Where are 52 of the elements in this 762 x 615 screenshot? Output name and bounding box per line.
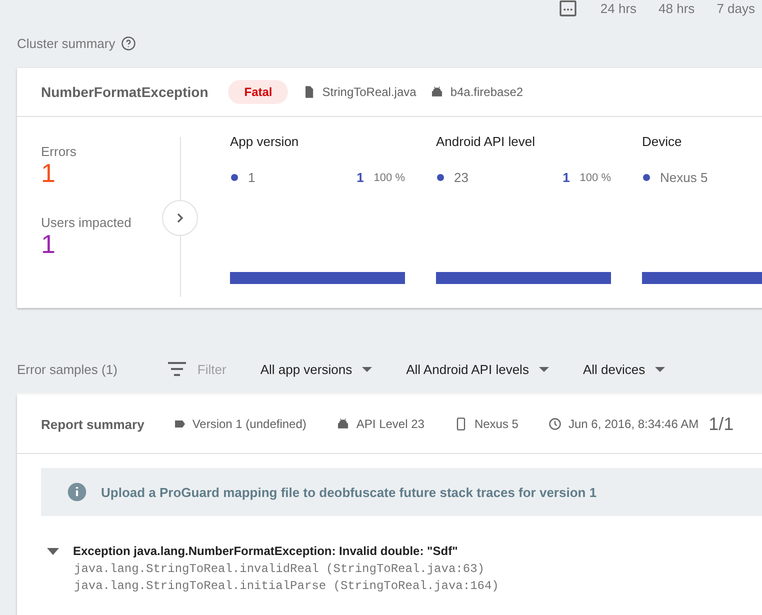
device-label: Nexus 5 — [474, 417, 518, 431]
breakdown-count: 1 — [562, 170, 570, 185]
filter-dropdown[interactable]: All devices — [582, 362, 666, 376]
api-level-label: API Level 23 — [356, 417, 424, 431]
date-label: Jun 6, 2016, 8:34:46 AM — [568, 417, 699, 431]
severity-badge: Fatal — [228, 80, 288, 104]
page-counter: 1/1 — [708, 414, 734, 434]
breakdown-percent: 100 % — [580, 172, 611, 184]
time-range-tab[interactable]: 24 hrs — [600, 0, 637, 16]
breakdown-item: Nexus 5 — [660, 170, 709, 185]
app-id: b4a.firebase2 — [450, 85, 524, 99]
bullet-dot — [231, 174, 238, 181]
stat-label: Users impacted — [41, 215, 132, 230]
stack-frame: java.lang.StringToReal.invalidReal (StringToReal.java:63) — [74, 561, 762, 578]
breakdown-item: 1 — [248, 170, 256, 185]
info-icon — [67, 482, 87, 502]
version-label: Version 1 (undefined) — [192, 417, 306, 431]
breakdown-title: App version — [230, 134, 300, 149]
stat-value: 1 — [41, 159, 56, 187]
notice-text: Upload a ProGuard mapping file to deobfuscate future stack traces for version 1 — [101, 484, 597, 500]
time-range-tab[interactable]: 48 hrs — [658, 0, 695, 16]
file-name: StringToReal.java — [322, 85, 416, 99]
section-title: Error samples (1) — [17, 362, 118, 376]
android-icon — [336, 417, 350, 431]
breakdown-count: 1 — [356, 170, 364, 185]
caret-icon — [538, 366, 549, 372]
tag-icon — [174, 418, 186, 430]
exception-title: Exception java.lang.NumberFormatException: Invalid double: "Sdf" — [73, 544, 458, 558]
report-title: Report summary — [41, 416, 144, 432]
filter-dropdown[interactable]: All Android API levels — [406, 362, 549, 376]
breakdown-percent: 100 % — [374, 172, 405, 184]
android-icon — [430, 85, 444, 99]
caret-icon — [362, 366, 372, 372]
bullet-dot — [437, 174, 444, 181]
section-title: Cluster summary — [17, 36, 116, 50]
filter-icon — [168, 362, 186, 376]
time-range-tab[interactable]: 7 days — [716, 0, 755, 16]
breakdown-title: Android API level — [436, 134, 536, 149]
breakdown-title: Device — [642, 134, 683, 149]
calendar-icon — [558, 0, 578, 18]
filter-button[interactable]: Filter — [168, 362, 226, 376]
help-icon — [121, 36, 136, 50]
caret-icon — [655, 366, 666, 372]
clock-icon — [548, 417, 562, 431]
expand-toggle[interactable] — [47, 548, 59, 554]
stack-frame: java.lang.StringToReal.initialParse (StringToReal.java:164) — [74, 578, 762, 595]
bullet-dot — [643, 174, 650, 181]
issue-title: NumberFormatException — [41, 84, 208, 100]
filter-dropdown[interactable]: All app versions — [260, 362, 372, 376]
stat-value: 1 — [41, 230, 56, 258]
breakdown-item: 23 — [454, 170, 470, 185]
stat-label: Errors — [41, 144, 78, 159]
